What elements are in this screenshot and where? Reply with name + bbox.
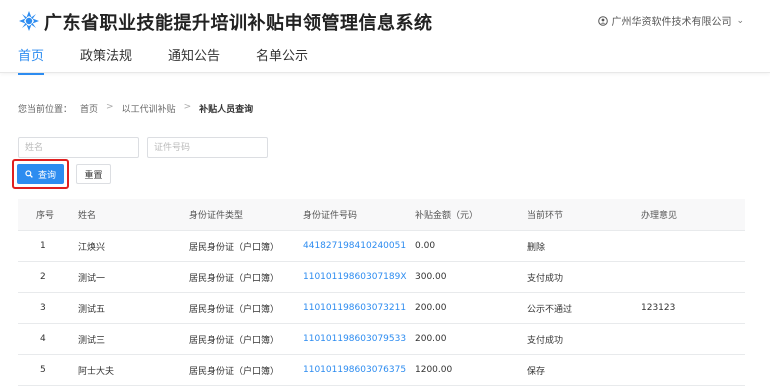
chevron-down-icon: ⌄ [736,15,744,26]
tab-public-list[interactable]: 名单公示 [256,45,308,75]
cell-id-type: 居民身份证（户口簿） [189,242,280,253]
cell-name: 江焕兴 [78,242,106,253]
name-input[interactable] [18,137,139,158]
breadcrumb-separator: > [183,102,192,112]
cell-index: 5 [40,365,46,375]
cell-name: 测试一 [78,273,106,284]
tab-home[interactable]: 首页 [18,45,45,75]
results-table: 序号 姓名 身份证件类型 身份证件号码 补贴金额（元） 当前环节 办理意见 1 … [18,199,745,386]
header-opinion: 办理意见 [641,211,678,221]
breadcrumb-prefix: 您当前位置： [18,105,73,115]
cell-opinion: 123123 [641,303,676,313]
cell-id-type: 居民身份证（户口簿） [189,273,280,284]
header-id-number: 身份证件号码 [303,211,358,221]
id-number-input[interactable] [147,137,268,158]
cell-stage: 删除 [527,242,546,253]
cell-amount: 1200.00 [415,365,453,375]
search-button-label: 查询 [37,170,56,181]
tab-policy[interactable]: 政策法规 [80,45,132,75]
cell-name: 测试三 [78,335,106,346]
cell-amount: 0.00 [415,241,436,251]
breadcrumb-current: 补贴人员查询 [199,105,254,115]
id-number-link[interactable]: 11010119860307189X [303,272,407,282]
cell-name: 测试五 [78,304,106,315]
id-number-link[interactable]: 110101198603073211 [303,303,406,313]
cell-stage: 支付成功 [527,335,564,346]
breadcrumb-home[interactable]: 首页 [80,102,98,115]
cell-name: 阿士大夫 [78,366,115,377]
cell-index: 1 [40,241,46,251]
header-divider [0,72,770,73]
header-name: 姓名 [78,211,97,221]
breadcrumb-separator: > [106,102,114,112]
breadcrumb-subsidy[interactable]: 以工代训补贴 [122,102,176,115]
id-number-link[interactable]: 441827198410240051 [303,241,406,251]
search-icon [25,170,33,178]
cell-id-type: 居民身份证（户口簿） [189,366,280,377]
cell-stage: 公示不通过 [527,304,573,315]
table-row: 5 阿士大夫 居民身份证（户口簿） 110101198603076375 120… [18,355,745,386]
id-number-link[interactable]: 110101198603076375 [303,365,406,375]
cell-amount: 300.00 [415,272,447,282]
app-header: 广东省职业技能提升培训补贴申领管理信息系统 广州华资软件技术有限公司 ⌄ 首页 … [0,0,770,75]
cell-stage: 保存 [527,366,546,377]
table-header: 序号 姓名 身份证件类型 身份证件号码 补贴金额（元） 当前环节 办理意见 [18,199,745,231]
cell-amount: 200.00 [415,303,447,313]
table-row: 1 江焕兴 居民身份证（户口簿） 441827198410240051 0.00… [18,231,745,262]
cell-index: 4 [40,334,46,344]
cell-amount: 200.00 [415,334,447,344]
breadcrumb: 您当前位置： 首页 > 以工代训补贴 > 补贴人员查询 [18,102,253,115]
header-amount: 补贴金额（元） [415,211,479,221]
cell-stage: 支付成功 [527,273,564,284]
header-index: 序号 [36,211,55,221]
tab-notices[interactable]: 通知公告 [168,45,220,75]
table-row: 4 测试三 居民身份证（户口簿） 110101198603079533 200.… [18,324,745,355]
cell-index: 2 [40,272,46,282]
reset-button[interactable]: 重置 [76,164,111,184]
search-button[interactable]: 查询 [17,164,64,184]
company-name: 广州华资软件技术有限公司 [611,17,732,28]
main-nav: 首页 政策法规 通知公告 名单公示 [18,45,308,75]
cell-id-type: 居民身份证（户口簿） [189,304,280,315]
header-stage: 当前环节 [527,211,564,221]
id-number-link[interactable]: 110101198603079533 [303,334,406,344]
user-icon [598,15,609,26]
cell-index: 3 [40,303,46,313]
table-row: 2 测试一 居民身份证（户口簿） 11010119860307189X 300.… [18,262,745,293]
header-id-type: 身份证件类型 [189,211,244,221]
app-title: 广东省职业技能提升培训补贴申领管理信息系统 [44,13,433,34]
company-menu[interactable]: 广州华资软件技术有限公司 ⌄ [598,13,744,28]
logo-icon [19,11,39,31]
table-row: 3 测试五 居民身份证（户口簿） 110101198603073211 200.… [18,293,745,324]
cell-id-type: 居民身份证（户口簿） [189,335,280,346]
